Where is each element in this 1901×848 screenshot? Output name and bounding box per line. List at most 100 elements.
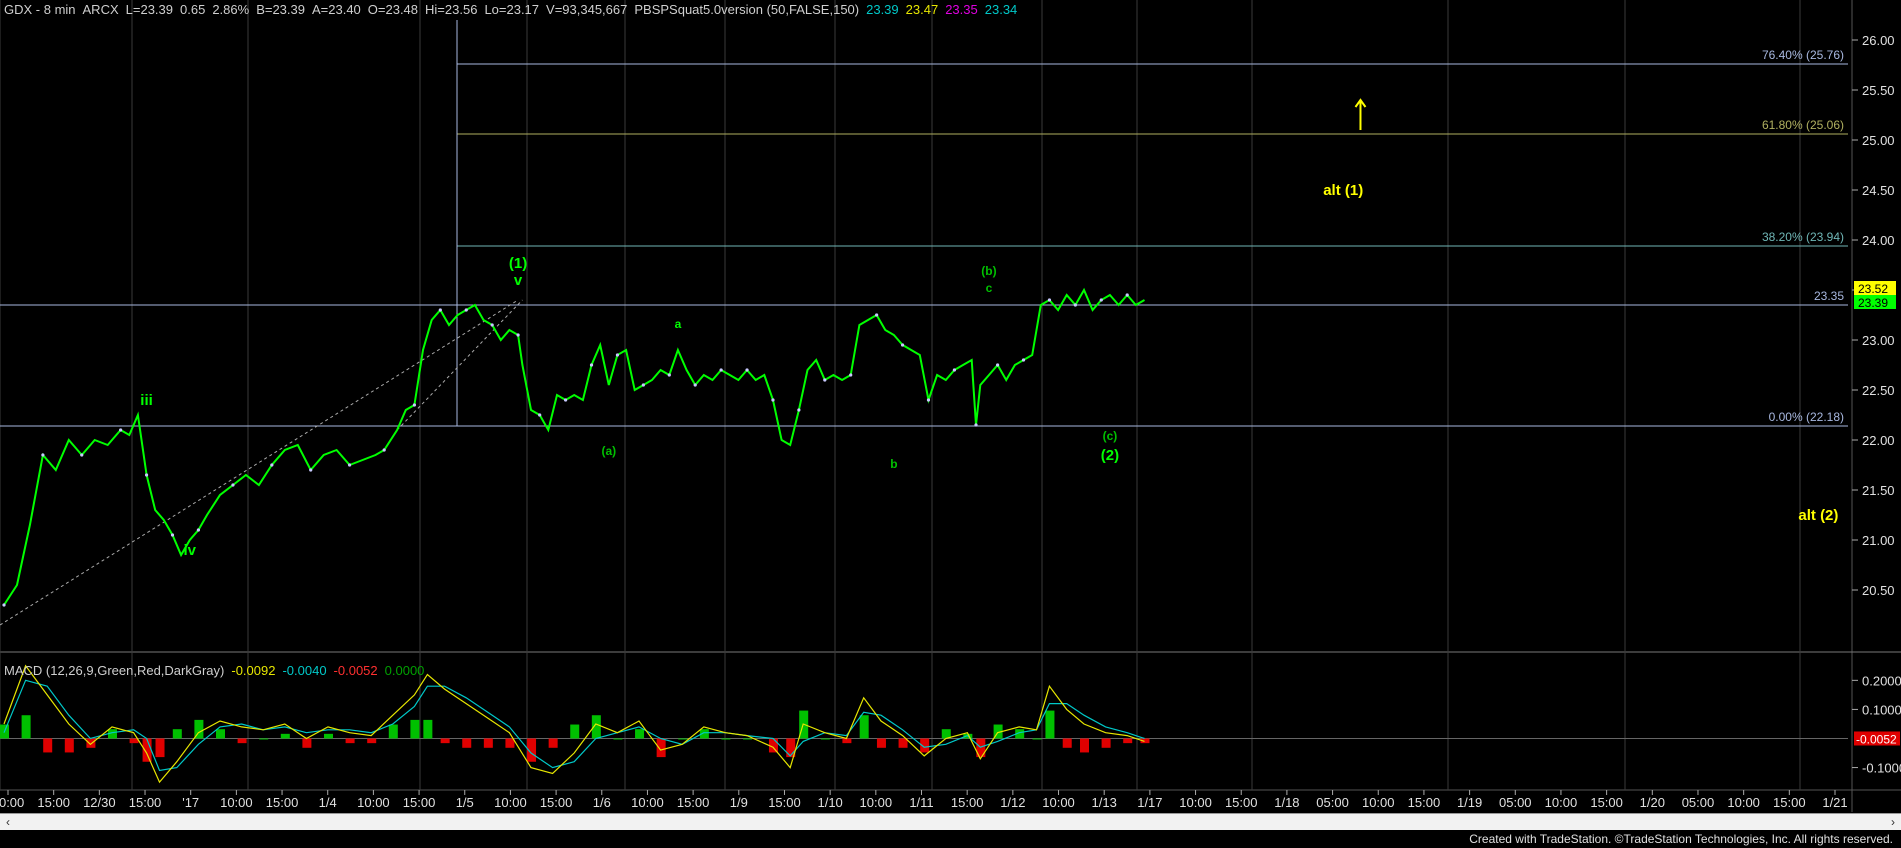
- price-point: [667, 373, 671, 377]
- macd-histogram-bar: [505, 738, 515, 748]
- macd-histogram-bar: [462, 738, 472, 748]
- price-point: [538, 413, 542, 417]
- time-tick-label: 10:00: [1727, 795, 1760, 810]
- price-tick-label: 22.50: [1862, 383, 1895, 398]
- net-change: 0.65: [180, 2, 206, 17]
- price-point: [309, 468, 313, 472]
- time-tick-label: 1/4: [319, 795, 337, 810]
- time-tick-label: 10:00: [1362, 795, 1395, 810]
- time-tick-label: 1/19: [1457, 795, 1482, 810]
- wave-label: iii: [140, 392, 153, 409]
- price-point: [745, 368, 749, 372]
- time-tick-label: 1/18: [1274, 795, 1299, 810]
- time-tick-label: 15:00: [1408, 795, 1441, 810]
- price-tick-label: 23.00: [1862, 333, 1895, 348]
- symbol-label: GDX - 8 min: [4, 2, 76, 17]
- price-point: [231, 483, 235, 487]
- price-point: [2, 603, 6, 607]
- macd-histogram-bar: [155, 738, 165, 758]
- indicator-value-3: 23.34: [984, 2, 1018, 17]
- time-tick-label: 10:00: [220, 795, 253, 810]
- time-tick-label: 15:00: [1225, 795, 1258, 810]
- macd-histogram-bar: [1123, 738, 1133, 744]
- macd-histogram-bar: [43, 738, 53, 753]
- price-point: [1021, 358, 1026, 362]
- macd-histogram-bar: [345, 738, 355, 744]
- exchange-label: ARCX: [82, 2, 119, 17]
- price-point: [823, 378, 827, 382]
- macd-histogram-bar: [743, 738, 753, 740]
- price-point: [270, 463, 274, 467]
- fib-level-label: 38.20% (23.94): [1762, 230, 1844, 244]
- wave-label: alt (1): [1323, 182, 1363, 199]
- price-point: [464, 308, 468, 312]
- indicator-value-0: 23.39: [866, 2, 899, 17]
- price-point: [516, 333, 520, 337]
- trendline-lower: [396, 299, 523, 431]
- price-point: [144, 473, 149, 477]
- macd-histogram-bar: [237, 738, 247, 744]
- price-tick-label: 21.00: [1862, 533, 1895, 548]
- last-price: L=23.39: [125, 2, 173, 17]
- time-tick-label: 15:00: [1773, 795, 1806, 810]
- horizontal-scrollbar[interactable]: ‹ ›: [0, 813, 1901, 830]
- time-tick-label: 15:00: [1590, 795, 1623, 810]
- price-tick-label: 24.50: [1862, 183, 1895, 198]
- scroll-right-icon[interactable]: ›: [1885, 814, 1901, 830]
- macd-histogram-bar: [876, 738, 886, 748]
- macd-histogram-bar: [172, 729, 182, 739]
- price-point: [119, 428, 123, 432]
- time-tick-label: 1/17: [1137, 795, 1162, 810]
- price-point: [974, 423, 978, 427]
- wave-label: alt (2): [1798, 507, 1838, 524]
- price-point: [1047, 298, 1052, 302]
- macd-histogram-bar: [721, 738, 731, 740]
- time-tick-label: 05:00: [1316, 795, 1349, 810]
- fib-level-label: 23.35: [1814, 289, 1844, 303]
- wave-label: c: [986, 281, 993, 295]
- indicator-value-2: 23.35: [945, 2, 978, 17]
- price-point: [589, 363, 594, 367]
- macd-histogram-bar: [635, 729, 645, 739]
- macd-histogram-bar: [820, 738, 830, 740]
- tradestation-chart[interactable]: 20.5021.0021.5022.0022.5023.0023.5024.00…: [0, 0, 1901, 812]
- open-price: O=23.48: [367, 2, 419, 17]
- price-point: [1073, 303, 1077, 307]
- price-series-line: [3, 287, 1145, 606]
- price-point: [693, 383, 697, 387]
- low-price: Lo=23.17: [484, 2, 540, 17]
- macd-histogram-bar: [613, 738, 623, 740]
- scroll-left-icon[interactable]: ‹: [0, 814, 16, 830]
- macd-histogram-bar: [142, 738, 152, 762]
- wave-label: (b): [981, 264, 996, 278]
- price-flag-label: 23.52: [1858, 282, 1888, 296]
- price-point: [641, 383, 645, 387]
- macd-histogram-bar: [259, 738, 269, 740]
- price-point: [926, 398, 931, 402]
- price-point: [41, 453, 45, 457]
- macd-histogram-bar: [324, 733, 333, 739]
- price-point: [719, 368, 723, 372]
- wave-label: iv: [184, 542, 197, 559]
- price-tick-label: 25.00: [1862, 133, 1895, 148]
- price-header: GDX - 8 min ARCX L=23.39 0.65 2.86% B=23.39 A=…: [4, 2, 1031, 17]
- fib-level-label: 61.80% (25.06): [1762, 118, 1844, 132]
- time-tick-label: 10:00: [357, 795, 390, 810]
- macd-histogram-bar: [280, 733, 290, 739]
- price-point: [412, 403, 416, 407]
- time-tick-label: 05:00: [1682, 795, 1715, 810]
- time-tick-label: 15:00: [951, 795, 984, 810]
- indicator-label: PBSPSquat5.0version (50,FALSE,150): [634, 2, 860, 17]
- time-tick-label: 1/11: [909, 795, 933, 810]
- macd-histogram-bar: [440, 738, 450, 744]
- time-tick-label: 10:00: [1545, 795, 1578, 810]
- price-tick-label: 20.50: [1862, 583, 1895, 598]
- time-tick-label: 1/13: [1092, 795, 1117, 810]
- macd-histogram-bar: [410, 719, 420, 739]
- price-tick-label: 21.50: [1862, 483, 1895, 498]
- macd-tick-label: 0.2000: [1862, 673, 1901, 688]
- macd-header: MACD (12,26,9,Green,Red,DarkGray) -0.0092…: [4, 663, 438, 678]
- time-tick-label: 1/10: [817, 795, 842, 810]
- macd-tick-label: -0.1000: [1862, 761, 1901, 776]
- footer-credit: Created with TradeStation. ©TradeStation…: [1469, 832, 1893, 846]
